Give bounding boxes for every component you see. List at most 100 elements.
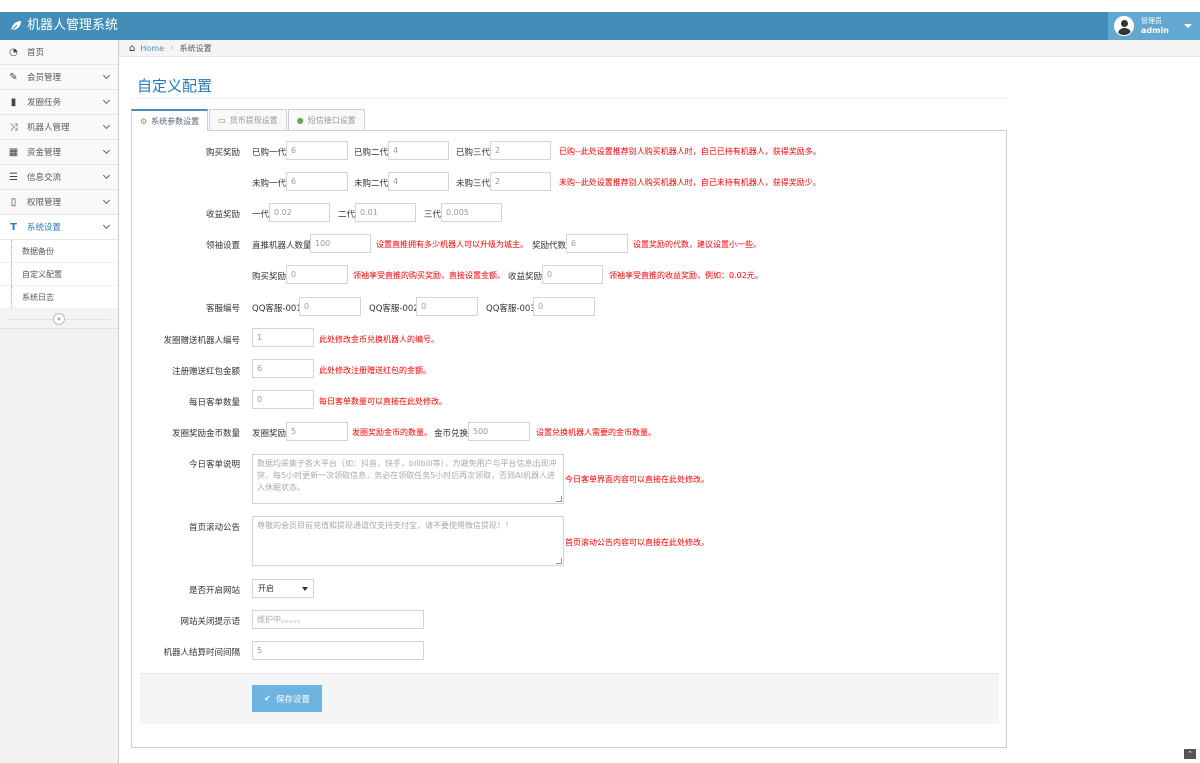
sidebar-item-label: 会员管理 <box>27 73 62 83</box>
cogs-icon: ⚙ <box>140 116 148 126</box>
qq-service-3-label: QQ客服-003 <box>486 304 536 314</box>
coin-reward-label: 发圈奖励金币数量 <box>171 429 240 439</box>
sidebar-item-label: 发圈任务 <box>27 98 62 108</box>
home-icon: ⌂ <box>129 42 136 54</box>
divider <box>131 98 1007 99</box>
gift-robot-input[interactable]: 1 <box>252 328 314 347</box>
qq-service-1-input[interactable]: 0 <box>299 297 361 316</box>
collapse-icon[interactable]: « <box>53 313 65 325</box>
post-reward-input[interactable]: 5 <box>286 422 348 441</box>
chevron-down-icon <box>102 171 111 180</box>
scroll-notice-textarea[interactable]: 尊敬的会员目前充值和提现通道仅支持支付宝，请不要使用微信提现！！ <box>252 516 564 566</box>
leader-buy-label: 购买奖励 <box>252 272 287 282</box>
resize-grip-icon[interactable] <box>556 496 562 502</box>
register-gift-label: 注册赠送红包金额 <box>171 367 240 377</box>
leader-income-input[interactable]: 0 <box>542 265 603 284</box>
today-desc-textarea[interactable]: 数据均采集于各大平台（如：抖音，快手，bilibili等），为避免用户与平台信息… <box>252 454 564 504</box>
app-title: 机器人管理系统 <box>27 18 119 33</box>
site-open-label: 是否开启网站 <box>188 586 240 596</box>
close-msg-input[interactable]: 维护中。。。。。 <box>252 610 424 629</box>
list-icon: ☰ <box>9 171 18 183</box>
qq-service-3-input[interactable]: 0 <box>533 297 595 316</box>
coin-exchange-hint: 设置兑换机器人需要的金币数量。 <box>536 428 656 437</box>
unbought-l3-label: 未购三代 <box>456 179 491 189</box>
qq-service-2-input[interactable]: 0 <box>416 297 478 316</box>
leader-label: 领袖设置 <box>205 241 240 251</box>
sidebar-item-funds[interactable]: ▦ 资金管理 <box>0 140 118 165</box>
unbought-l1-label: 未购一代 <box>252 179 287 189</box>
sidebar-item-label: 首页 <box>27 48 45 58</box>
leaf-icon <box>10 21 21 32</box>
gift-robot-hint: 此处修改金币兑换机器人的编号。 <box>319 335 439 344</box>
sidebar-item-label: 系统设置 <box>27 223 62 233</box>
income-l3-input[interactable]: 0.005 <box>441 203 502 222</box>
daily-orders-input[interactable]: 0 <box>252 390 314 409</box>
sidebar-item-settings[interactable]: T 系统设置 <box>0 215 118 240</box>
bought-l3-label: 已购三代 <box>456 148 491 158</box>
bought-l1-input[interactable]: 6 <box>286 141 348 160</box>
leader-buy-input[interactable]: 0 <box>286 265 348 284</box>
direct-count-input[interactable]: 100 <box>310 234 371 253</box>
scroll-to-top-icon[interactable]: ⌃ <box>1184 749 1196 759</box>
gift-robot-label: 发圈赠送机器人编号 <box>163 336 240 346</box>
tab-sms[interactable]: ● 短信接口设置 <box>287 109 365 130</box>
sidebar-item-messages[interactable]: ☰ 信息交流 <box>0 165 118 190</box>
calendar-icon: ▦ <box>8 146 19 158</box>
buy-reward-label: 购买奖励 <box>205 148 240 158</box>
chevron-down-icon <box>102 121 111 130</box>
unbought-l1-input[interactable]: 6 <box>286 172 348 191</box>
save-button[interactable]: ✔ 保存设置 <box>252 685 322 712</box>
income-l3-label: 三代 <box>424 210 442 220</box>
reward-gen-input[interactable]: 6 <box>566 234 628 253</box>
top-navbar: 机器人管理系统 管理员 admin <box>0 12 1200 40</box>
sidebar: ◔ 首页 ✎ 会员管理 ▮ 发圈任务 ⤨ 机器人管理 ▦ 资金管理 ☰ 信息交流… <box>0 40 119 763</box>
breadcrumb-home-link[interactable]: Home <box>140 44 164 53</box>
sidebar-item-tasks[interactable]: ▮ 发圈任务 <box>0 90 118 115</box>
daily-orders-label: 每日客单数量 <box>188 398 240 408</box>
unbought-l2-input[interactable]: 4 <box>388 172 449 191</box>
unbought-l3-input[interactable]: 2 <box>490 172 551 191</box>
tab-withdrawal[interactable]: ▭ 货币提现设置 <box>209 109 287 130</box>
sidebar-item-permissions[interactable]: ▯ 权限管理 <box>0 190 118 215</box>
today-desc-label: 今日客单说明 <box>188 460 240 470</box>
sidebar-collapse: « <box>0 309 118 329</box>
unbought-l2-label: 未购二代 <box>354 179 389 189</box>
save-button-label: 保存设置 <box>276 694 311 705</box>
reward-gen-label: 奖励代数 <box>532 241 567 251</box>
text-icon: T <box>10 221 17 233</box>
site-open-select[interactable]: 开启 <box>252 579 314 598</box>
app-brand[interactable]: 机器人管理系统 <box>10 17 118 35</box>
sidebar-subitem-system-log[interactable]: 系统日志 <box>0 286 118 309</box>
breadcrumb: ⌂ Home › 系统设置 <box>119 40 1200 57</box>
coin-exchange-input[interactable]: 500 <box>468 422 530 441</box>
sidebar-item-label: 权限管理 <box>27 198 62 208</box>
today-desc-hint: 今日客单界面内容可以直接在此处修改。 <box>565 475 709 484</box>
user-icon: ● <box>296 115 304 125</box>
scroll-notice-text: 尊敬的会员目前充值和提现通道仅支持支付宝，请不要使用微信提现！！ <box>257 521 513 530</box>
sidebar-item-home[interactable]: ◔ 首页 <box>0 40 118 65</box>
register-gift-input[interactable]: 6 <box>252 359 314 378</box>
resize-grip-icon[interactable] <box>556 558 562 564</box>
chevron-down-icon <box>102 196 111 205</box>
sidebar-item-members[interactable]: ✎ 会员管理 <box>0 65 118 90</box>
bought-l3-input[interactable]: 2 <box>490 141 551 160</box>
sidebar-item-label: 资金管理 <box>27 148 62 158</box>
income-l1-input[interactable]: 0.02 <box>269 203 330 222</box>
income-reward-label: 收益奖励 <box>205 210 240 220</box>
sidebar-item-robots[interactable]: ⤨ 机器人管理 <box>0 115 118 140</box>
chevron-down-icon <box>102 146 111 155</box>
user-menu[interactable]: 管理员 admin <box>1108 12 1200 40</box>
leader-income-label: 收益奖励 <box>508 272 543 282</box>
settle-interval-input[interactable]: 5 <box>252 641 424 660</box>
leader-income-hint: 领袖享受直推的收益奖励，例如：0.02元。 <box>609 271 763 280</box>
settle-interval-label: 机器人结算时间间隔 <box>163 648 240 658</box>
bought-hint: 已购--此处设置推荐别人购买机器人时，自己已持有机器人，获得奖励多。 <box>559 147 821 156</box>
chevron-down-icon <box>102 71 111 80</box>
page-title: 自定义配置 <box>137 77 213 95</box>
sidebar-subitem-custom-config[interactable]: 自定义配置 <box>0 263 118 286</box>
sidebar-subitem-backup[interactable]: 数据备份 <box>0 240 118 263</box>
bought-l2-input[interactable]: 4 <box>388 141 449 160</box>
post-reward-hint: 发圈奖励金币的数量。 <box>352 428 432 437</box>
income-l2-input[interactable]: 0.01 <box>355 203 416 222</box>
tab-system-params[interactable]: ⚙ 系统参数设置 <box>131 109 209 131</box>
